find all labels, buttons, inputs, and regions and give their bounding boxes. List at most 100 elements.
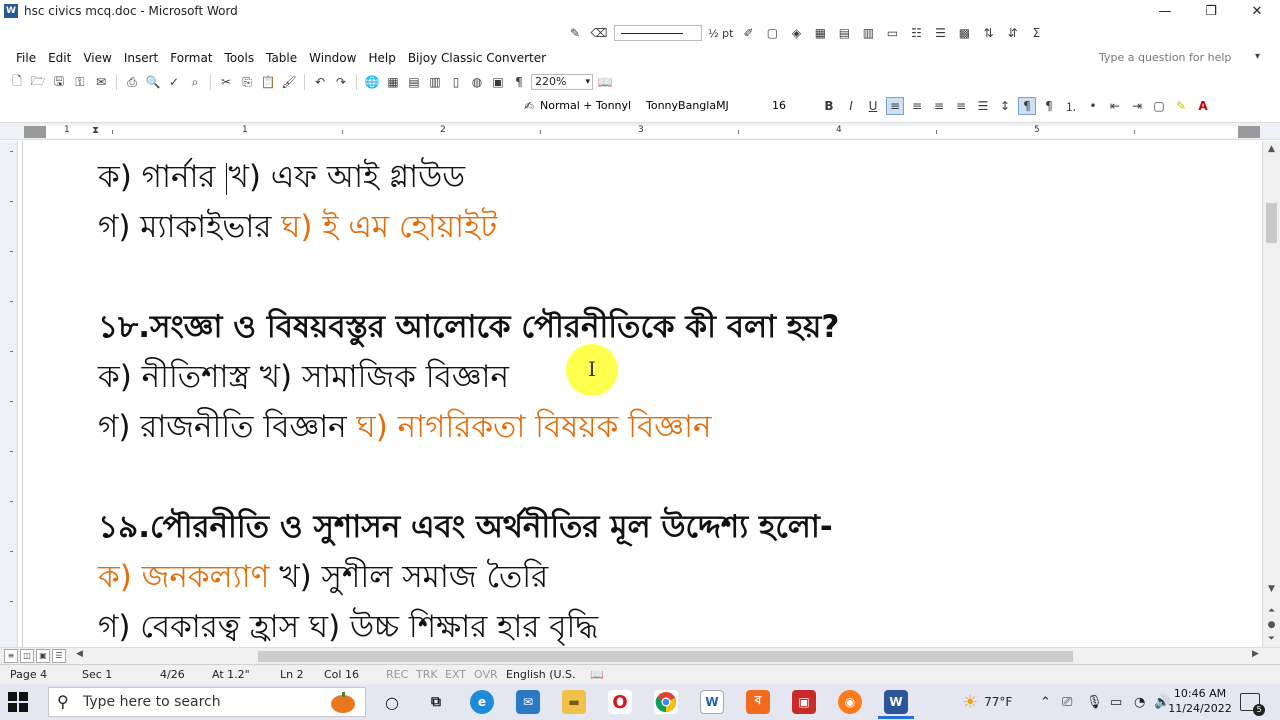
hscroll-thumb[interactable]: [258, 651, 1073, 662]
wifi-icon[interactable]: ◔: [1134, 684, 1145, 720]
bullets-icon[interactable]: •: [1084, 97, 1102, 115]
line-weight-dropdown[interactable]: ½ pt: [708, 27, 733, 40]
system-clock[interactable]: 10:46 AM 11/24/2022: [1168, 686, 1232, 716]
line-spacing-icon[interactable]: ↕: [996, 97, 1014, 115]
distribute-cols-icon[interactable]: ☰: [931, 24, 949, 42]
doc-line-1[interactable]: ক) গার্নার খ) এফ আই গ্লাউড: [98, 157, 465, 197]
justify-icon[interactable]: ≡: [952, 97, 970, 115]
split-cells-icon[interactable]: ▥: [859, 24, 877, 42]
web-view-icon[interactable]: ◫: [20, 649, 34, 663]
font-size-dropdown[interactable]: 16: [772, 98, 810, 114]
scroll-down-icon[interactable]: ▼: [1263, 581, 1280, 597]
insert-table-icon[interactable]: ▤: [405, 73, 423, 91]
rtl-icon[interactable]: ¶: [1040, 97, 1058, 115]
document-map-icon[interactable]: ▣: [489, 73, 507, 91]
copy-icon[interactable]: ⎘: [238, 73, 256, 91]
align-icon[interactable]: ▭: [883, 24, 901, 42]
status-ext[interactable]: EXT: [445, 668, 466, 681]
underline-button[interactable]: U: [864, 97, 882, 115]
border-color-icon[interactable]: ✐: [739, 24, 757, 42]
question-19[interactable]: ১৯.পৌরনীতি ও সুশাসন এবং অর্থনীতির মূল উদ…: [98, 507, 833, 547]
doc-line-7[interactable]: ক) জনকল্যাণ খ) সুশীল সমাজ তৈরি: [98, 557, 548, 597]
edge-icon[interactable]: e: [470, 690, 494, 714]
outline-view-icon[interactable]: ☰: [52, 649, 66, 663]
distribute-rows-icon[interactable]: ☷: [907, 24, 925, 42]
read-icon[interactable]: 📖: [596, 73, 614, 91]
doc-line-2[interactable]: গ) ম্যাকাইভার ঘ) ই এম হোয়াইট: [98, 207, 497, 247]
start-button-icon[interactable]: [8, 692, 28, 712]
align-center-icon[interactable]: ≡: [908, 97, 926, 115]
scroll-up-icon[interactable]: ▲: [1263, 141, 1280, 157]
undo-icon[interactable]: ↶: [311, 73, 329, 91]
spelling-status-icon[interactable]: 📖: [590, 668, 604, 681]
menu-file[interactable]: File: [10, 48, 42, 68]
sort-desc-icon[interactable]: ⇵: [1003, 24, 1021, 42]
line-style-dropdown[interactable]: [614, 25, 702, 41]
doc-line-5[interactable]: গ) রাজনীতি বিজ্ঞান ঘ) নাগরিকতা বিষয়ক বি…: [98, 407, 711, 447]
save-icon[interactable]: 🖫: [50, 73, 68, 91]
opera-icon[interactable]: O: [608, 690, 632, 714]
bold-button[interactable]: B: [820, 97, 838, 115]
file-explorer-icon[interactable]: ▬: [562, 690, 586, 714]
print-layout-icon[interactable]: ▣: [36, 649, 50, 663]
shading-icon[interactable]: ◈: [787, 24, 805, 42]
word-taskbar-icon[interactable]: W: [884, 690, 908, 714]
menu-tools[interactable]: Tools: [219, 48, 261, 68]
status-language[interactable]: English (U.S.: [506, 668, 576, 681]
status-trk[interactable]: TRK: [416, 668, 438, 681]
insert-table-icon[interactable]: ▦: [811, 24, 829, 42]
question-18[interactable]: ১৮.সংজ্ঞা ও বিষয়বস্তুর আলোকে পৌরনীতিকে …: [98, 307, 839, 347]
paste-icon[interactable]: 📋: [259, 73, 277, 91]
style-dropdown[interactable]: Normal + Tonnyl: [540, 98, 640, 114]
chrome-icon[interactable]: [654, 690, 678, 714]
decrease-indent-icon[interactable]: ⇤: [1106, 97, 1124, 115]
indent-marker[interactable]: ⧗: [92, 125, 99, 136]
weather-widget[interactable]: ☀ 77°F: [962, 684, 1012, 720]
outside-border-icon[interactable]: ▢: [1150, 97, 1168, 115]
help-search-input[interactable]: Type a question for help: [1095, 51, 1260, 65]
sort-asc-icon[interactable]: ⇅: [979, 24, 997, 42]
hyperlink-icon[interactable]: 🌐: [363, 73, 381, 91]
scroll-thumb[interactable]: [1266, 203, 1277, 243]
battery-icon[interactable]: ▭: [1110, 684, 1122, 720]
zoom-dropdown[interactable]: 220%: [531, 74, 593, 90]
print-preview-icon[interactable]: 🔍: [144, 73, 162, 91]
office-icon[interactable]: ▣: [792, 690, 816, 714]
normal-view-icon[interactable]: ≡: [4, 649, 18, 663]
bijoy-icon[interactable]: ব: [746, 690, 770, 714]
drawing-icon[interactable]: ◍: [468, 73, 486, 91]
next-page-icon[interactable]: ⏷: [1263, 631, 1280, 647]
notification-center-icon[interactable]: 5: [1240, 693, 1265, 716]
ltr-icon[interactable]: ¶: [1018, 97, 1036, 115]
redo-icon[interactable]: ↷: [332, 73, 350, 91]
mail-icon[interactable]: ✉: [516, 690, 540, 714]
tables-borders-icon[interactable]: ▦: [384, 73, 402, 91]
numbering-icon[interactable]: ⒈: [1062, 97, 1080, 115]
align-left-icon[interactable]: ≡: [886, 97, 904, 115]
increase-indent-icon[interactable]: ⇥: [1128, 97, 1146, 115]
cut-icon[interactable]: ✂: [217, 73, 235, 91]
permission-icon[interactable]: ⚿: [71, 73, 89, 91]
font-dropdown[interactable]: TonnyBanglaMJ: [646, 98, 766, 114]
pencil-icon[interactable]: ✎: [566, 24, 584, 42]
open-folder-icon[interactable]: 🗁: [29, 73, 47, 91]
autoformat-icon[interactable]: ▩: [955, 24, 973, 42]
menu-insert[interactable]: Insert: [118, 48, 164, 68]
firefox-icon[interactable]: ◉: [838, 690, 862, 714]
new-document-icon[interactable]: 🗋: [8, 73, 26, 91]
show-hide-icon[interactable]: ¶: [510, 73, 528, 91]
menu-format[interactable]: Format: [164, 48, 218, 68]
menu-view[interactable]: View: [77, 48, 117, 68]
taskbar-search-input[interactable]: ⚲ Type here to search: [48, 687, 366, 717]
close-button[interactable]: ✕: [1234, 0, 1280, 22]
email-icon[interactable]: ✉: [92, 73, 110, 91]
eraser-icon[interactable]: ⌫: [590, 24, 608, 42]
columns-icon[interactable]: ▯: [447, 73, 465, 91]
help-dropdown-icon[interactable]: ▾: [1255, 51, 1260, 62]
align-right-icon[interactable]: ≡: [930, 97, 948, 115]
doc-line-4[interactable]: ক) নীতিশাস্ত্র খ) সামাজিক বিজ্ঞান: [98, 357, 509, 397]
task-view-icon[interactable]: ⧉: [424, 690, 448, 714]
document-page[interactable]: ক) গার্নার খ) এফ আই গ্লাউড গ) ম্যাকাইভার …: [20, 141, 1262, 647]
format-painter-icon[interactable]: 🖌: [280, 73, 298, 91]
borders-icon[interactable]: ▢: [763, 24, 781, 42]
